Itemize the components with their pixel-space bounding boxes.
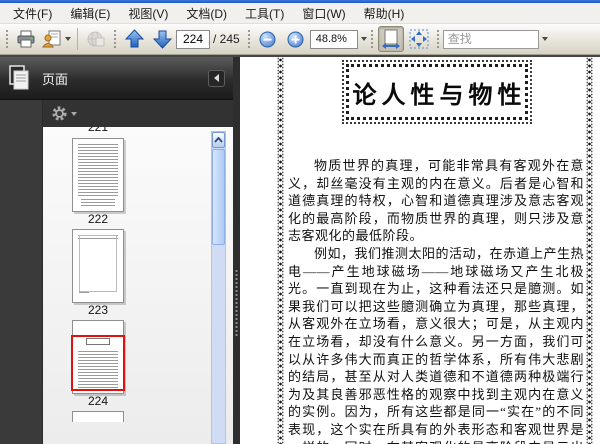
collapse-panel-button[interactable]: [208, 69, 225, 87]
page-body-text: 物质世界的真理，可能非常具有客观外在意义，却丝毫没有主观的内在意义。后者是心智和…: [288, 157, 584, 444]
menu-file[interactable]: 文件(F): [4, 3, 61, 24]
navigation-tab-strip: [0, 100, 43, 444]
toolbar-grip[interactable]: [369, 29, 374, 49]
printer-icon: [17, 30, 35, 48]
pages-icon: [9, 65, 29, 90]
menu-tools[interactable]: 工具(T): [236, 3, 293, 24]
panel-resize-splitter[interactable]: [233, 57, 240, 444]
plus-circle-icon: [287, 31, 304, 47]
page-number-input[interactable]: [176, 29, 210, 49]
zoom-out-button[interactable]: [255, 26, 281, 52]
menu-help[interactable]: 帮助(H): [355, 3, 414, 24]
menu-bar: 文件(F) 编辑(E) 视图(V) 文档(D) 工具(T) 窗口(W) 帮助(H…: [0, 3, 600, 24]
gear-icon[interactable]: [51, 105, 68, 122]
globe-document-icon: [87, 31, 105, 47]
thumbnail-list: 221 222 223 224: [43, 127, 233, 444]
page-border-ornament-right: [585, 57, 594, 444]
thumbnail-options-row: [43, 100, 233, 127]
toolbar-grip[interactable]: [113, 29, 117, 49]
fit-width-button[interactable]: [377, 26, 404, 52]
thumbnail-page-222[interactable]: [72, 138, 124, 212]
collapse-arrow-icon: [214, 74, 219, 82]
scroll-up-button[interactable]: [212, 132, 225, 148]
down-arrow-icon: [152, 30, 172, 49]
title-ornament-frame: 论人性与物性: [342, 60, 532, 124]
zoom-level-value[interactable]: 48.8%: [309, 29, 358, 49]
chapter-title: 论人性与物性: [352, 82, 527, 109]
person-document-icon: [42, 30, 61, 48]
thumbnail-page-223[interactable]: [72, 229, 124, 303]
paragraph: 物质世界的真理，可能非常具有客观外在意义，却丝毫没有主观的内在意义。后者是心智和…: [288, 158, 584, 244]
fullscreen-button[interactable]: [406, 26, 432, 52]
find-dropdown-arrow[interactable]: [541, 37, 548, 41]
current-view-red-box[interactable]: [71, 335, 125, 391]
toolbar-grip[interactable]: [5, 29, 9, 49]
content-area: 页面 221 222 223 224 论人性与物性 物质世界的真理，可能非常具有…: [0, 55, 600, 444]
zoom-in-button[interactable]: [283, 26, 309, 52]
thumbnail-page-label: 223: [87, 303, 109, 317]
zoom-dropdown-arrow[interactable]: [360, 37, 367, 41]
next-page-button[interactable]: [149, 26, 175, 52]
toolbar: / 245 48.8%: [0, 24, 600, 55]
pages-panel-header: 页面: [0, 57, 233, 100]
menu-window[interactable]: 窗口(W): [293, 3, 354, 24]
thumbnail-page-label: 222: [87, 212, 109, 226]
thumbnail-page-225[interactable]: [72, 411, 124, 422]
thumbnail-page-label: 221: [87, 127, 109, 134]
thumbnail-page-224-current[interactable]: [71, 320, 125, 394]
toolbar-grip[interactable]: [246, 29, 251, 49]
fit-width-icon: [381, 29, 400, 49]
find-input[interactable]: [442, 29, 539, 49]
menu-document[interactable]: 文档(D): [177, 3, 236, 24]
menu-edit[interactable]: 编辑(E): [61, 3, 119, 24]
print-button[interactable]: [13, 26, 39, 52]
pages-panel-body: 221 222 223 224: [0, 100, 233, 444]
fullscreen-arrows-icon: [409, 29, 429, 49]
page-border-ornament-left: [276, 57, 285, 444]
pages-panel-title: 页面: [42, 71, 69, 87]
splitter-grip-icon: [235, 269, 238, 337]
options-dropdown-arrow[interactable]: [71, 111, 77, 116]
previous-page-button[interactable]: [121, 26, 147, 52]
toolbar-separator: [77, 28, 78, 50]
paragraph: 例如，我们推测太阳的活动，在赤道上产生热电——产生地球磁场——地球磁场又产生北极…: [288, 245, 584, 444]
scrollbar-thumb[interactable]: [212, 149, 225, 245]
online-services-button: [83, 26, 109, 52]
chevron-up-icon: [214, 137, 223, 143]
up-arrow-icon: [124, 29, 144, 48]
menu-view[interactable]: 视图(V): [119, 3, 177, 24]
thumbnail-page-label: 224: [87, 394, 109, 408]
pdf-reader-window: 文件(F) 编辑(E) 视图(V) 文档(D) 工具(T) 窗口(W) 帮助(H…: [0, 0, 600, 444]
pages-panel: 页面 221 222 223 224: [0, 57, 233, 444]
document-page[interactable]: 论人性与物性 物质世界的真理，可能非常具有客观外在意义，却丝毫没有主观的内在意义…: [240, 57, 600, 444]
toolbar-grip[interactable]: [435, 29, 440, 49]
page-total-label: / 245: [213, 32, 240, 46]
share-dropdown-arrow[interactable]: [65, 37, 71, 41]
thumbnail-scrollbar[interactable]: [211, 131, 226, 444]
share-email-button[interactable]: [41, 26, 72, 52]
minus-circle-icon: [259, 31, 276, 47]
